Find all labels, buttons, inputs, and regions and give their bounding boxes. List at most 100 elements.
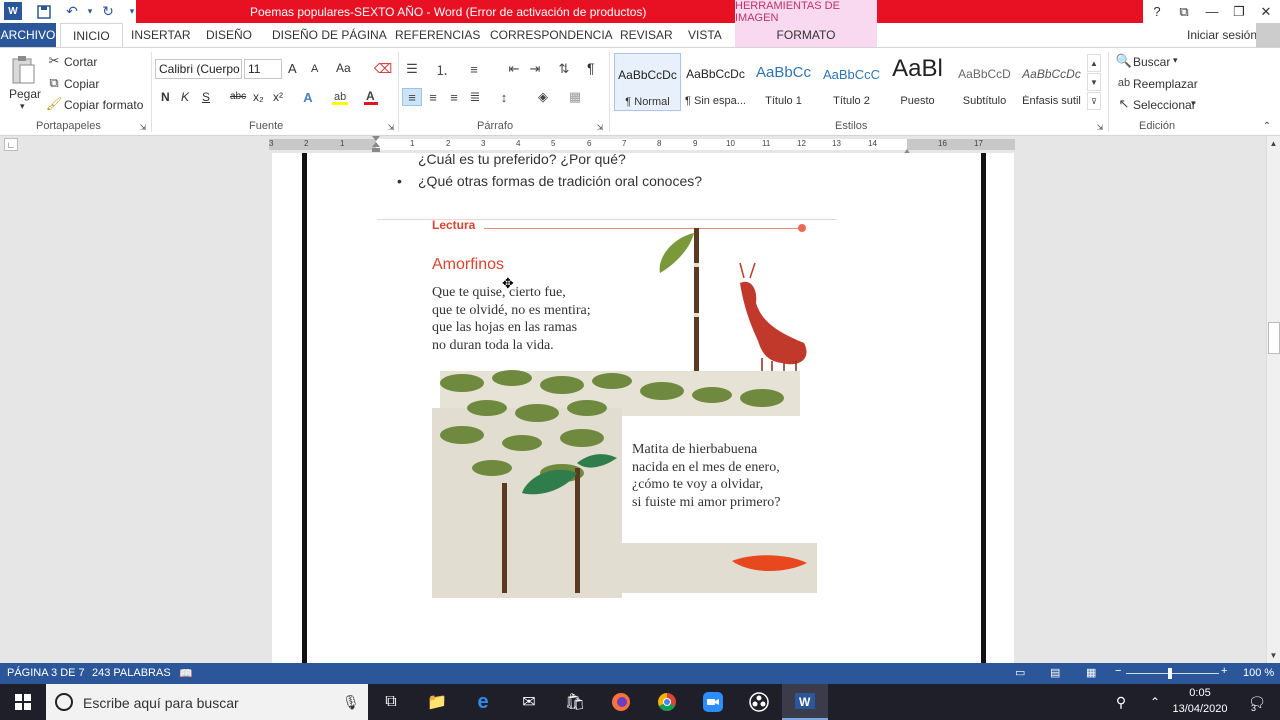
indent-marker[interactable]: [372, 136, 380, 153]
notifications-icon[interactable]: 🗨: [1234, 684, 1280, 720]
right-indent-marker[interactable]: [903, 144, 911, 155]
shading-icon[interactable]: ◈: [533, 88, 553, 106]
task-view-icon[interactable]: ⧉: [368, 684, 414, 720]
paragraph-launcher-icon[interactable]: ⇲: [595, 122, 605, 132]
zoom-out-icon[interactable]: −: [1115, 665, 1121, 677]
find-button[interactable]: Buscar: [1133, 55, 1170, 69]
tab-diseno[interactable]: DISEÑO: [206, 23, 252, 47]
find-dropdown-icon[interactable]: ▾: [1173, 55, 1178, 66]
vertical-scrollbar[interactable]: ▲ ▼: [1266, 136, 1280, 663]
decrease-indent-icon[interactable]: ⇤: [505, 60, 523, 78]
tab-diseno-pagina[interactable]: DISEÑO DE PÁGINA: [272, 23, 387, 47]
paste-button[interactable]: Pegar: [9, 87, 41, 101]
numbering-icon[interactable]: ⒈: [432, 60, 452, 78]
align-left-icon[interactable]: ≡: [402, 88, 422, 106]
proofing-icon[interactable]: 📖: [179, 667, 193, 680]
read-mode-icon[interactable]: ▭: [1015, 666, 1025, 679]
line-spacing-icon[interactable]: ↕: [494, 88, 514, 106]
tab-inicio[interactable]: INICIO: [60, 23, 123, 48]
tab-vista[interactable]: VISTA: [688, 23, 722, 47]
strikethrough-button[interactable]: abc: [230, 91, 246, 102]
taskbar-search-box[interactable]: Escribe aquí para buscar 🎙: [46, 684, 368, 720]
microphone-icon[interactable]: 🎙: [342, 694, 360, 711]
clipboard-launcher-icon[interactable]: ⇲: [138, 122, 148, 132]
shrink-font-button[interactable]: A: [311, 63, 318, 75]
chrome-icon[interactable]: [644, 684, 690, 720]
show-marks-button[interactable]: ¶: [587, 60, 595, 76]
page-count[interactable]: PÁGINA 3 DE 7: [7, 667, 85, 679]
minimize-icon[interactable]: —: [1198, 0, 1226, 23]
store-icon[interactable]: 🛍: [552, 684, 598, 720]
bullets-icon[interactable]: ☰: [402, 60, 422, 78]
styles-scroll-down-icon[interactable]: ▼: [1087, 73, 1101, 91]
tab-correspondencia[interactable]: CORRESPONDENCIA: [490, 23, 613, 47]
increase-indent-icon[interactable]: ⇥: [526, 60, 544, 78]
scroll-up-icon[interactable]: ▲: [1267, 136, 1280, 150]
clock-date[interactable]: 13/04/2020: [1170, 703, 1230, 715]
style-subtitle[interactable]: AaBbCcD Subtítulo: [951, 53, 1018, 111]
avatar[interactable]: [1256, 23, 1280, 47]
justify-icon[interactable]: ≣: [465, 88, 485, 106]
format-painter-button[interactable]: Copiar formato: [64, 98, 143, 112]
collapse-ribbon-icon[interactable]: ⌃: [1260, 120, 1274, 132]
copy-button[interactable]: Copiar: [64, 77, 99, 91]
superscript-button[interactable]: x²: [273, 90, 283, 104]
word-app-icon[interactable]: W: [4, 2, 22, 20]
scroll-down-icon[interactable]: ▼: [1267, 648, 1280, 662]
windows-start-icon[interactable]: [0, 684, 46, 720]
zoom-in-icon[interactable]: +: [1221, 665, 1227, 677]
align-right-icon[interactable]: ≡: [444, 88, 464, 106]
style-no-spacing[interactable]: AaBbCcDc ¶ Sin espa...: [682, 53, 749, 111]
styles-launcher-icon[interactable]: ⇲: [1095, 122, 1105, 132]
horizontal-ruler[interactable]: ∟ 3 2 1 1 2 3 4 5 6 7 8 9 10 11 12 13 14…: [0, 136, 1280, 155]
highlight-icon[interactable]: ab: [330, 88, 350, 106]
multilevel-list-icon[interactable]: ≡: [464, 60, 484, 78]
tab-revisar[interactable]: REVISAR: [620, 23, 673, 47]
document-area[interactable]: ¿Cuál es tu preferido? ¿Por qué? • ¿Qué …: [0, 153, 1266, 663]
undo-dropdown-icon[interactable]: ▾: [80, 2, 100, 21]
firefox-icon[interactable]: [598, 684, 644, 720]
web-layout-icon[interactable]: ▦: [1086, 666, 1096, 679]
select-dropdown-icon[interactable]: ▾: [1191, 98, 1196, 109]
underline-button[interactable]: S: [202, 90, 210, 104]
clear-format-icon[interactable]: ⌫: [374, 60, 392, 78]
mail-icon[interactable]: ✉: [506, 684, 552, 720]
paste-icon[interactable]: [8, 54, 38, 86]
text-effects-icon[interactable]: A: [299, 88, 317, 106]
undo-icon[interactable]: ↶: [62, 2, 82, 21]
style-heading-2[interactable]: AaBbCcC Título 2: [818, 53, 885, 111]
word-taskbar-icon[interactable]: W: [782, 684, 828, 720]
tab-formato[interactable]: FORMATO: [735, 23, 877, 47]
sort-icon[interactable]: ⇅: [555, 60, 573, 78]
save-icon[interactable]: [34, 2, 54, 21]
tab-selector-icon[interactable]: ∟: [4, 138, 18, 151]
help-button[interactable]: ?: [1143, 0, 1171, 23]
font-launcher-icon[interactable]: ⇲: [386, 122, 396, 132]
align-center-icon[interactable]: ≡: [423, 88, 443, 106]
font-name-combo[interactable]: Calibri (Cuerpo: [155, 59, 242, 79]
style-title[interactable]: AaBl Puesto: [884, 53, 951, 111]
paste-dropdown-icon[interactable]: ▾: [20, 101, 25, 112]
styles-more-icon[interactable]: ⊽: [1087, 92, 1101, 110]
tab-referencias[interactable]: REFERENCIAS: [395, 23, 480, 47]
style-normal[interactable]: AaBbCcDc ¶ Normal: [614, 53, 681, 111]
restore-icon[interactable]: ❐: [1225, 0, 1253, 23]
close-icon[interactable]: ✕: [1252, 0, 1280, 23]
clock-time[interactable]: 0:05: [1170, 687, 1230, 699]
cut-button[interactable]: Cortar: [64, 55, 97, 69]
font-size-combo[interactable]: 11: [244, 59, 282, 79]
font-color-icon[interactable]: A: [362, 88, 380, 106]
zoom-slider-thumb[interactable]: [1168, 668, 1172, 679]
select-button[interactable]: Seleccionar: [1133, 98, 1196, 112]
subscript-button[interactable]: x₂: [253, 90, 264, 104]
print-layout-icon[interactable]: ▤: [1050, 666, 1060, 679]
tab-insertar[interactable]: INSERTAR: [131, 23, 191, 47]
scrollbar-thumb[interactable]: [1268, 322, 1280, 354]
obs-icon[interactable]: [736, 684, 782, 720]
zoom-app-icon[interactable]: [690, 684, 736, 720]
styles-scroll-up-icon[interactable]: ▲: [1087, 54, 1101, 72]
file-explorer-icon[interactable]: 📁: [414, 684, 460, 720]
edge-icon[interactable]: e: [460, 684, 506, 720]
zoom-slider[interactable]: [1126, 673, 1219, 674]
tab-archivo[interactable]: ARCHIVO: [0, 23, 56, 47]
